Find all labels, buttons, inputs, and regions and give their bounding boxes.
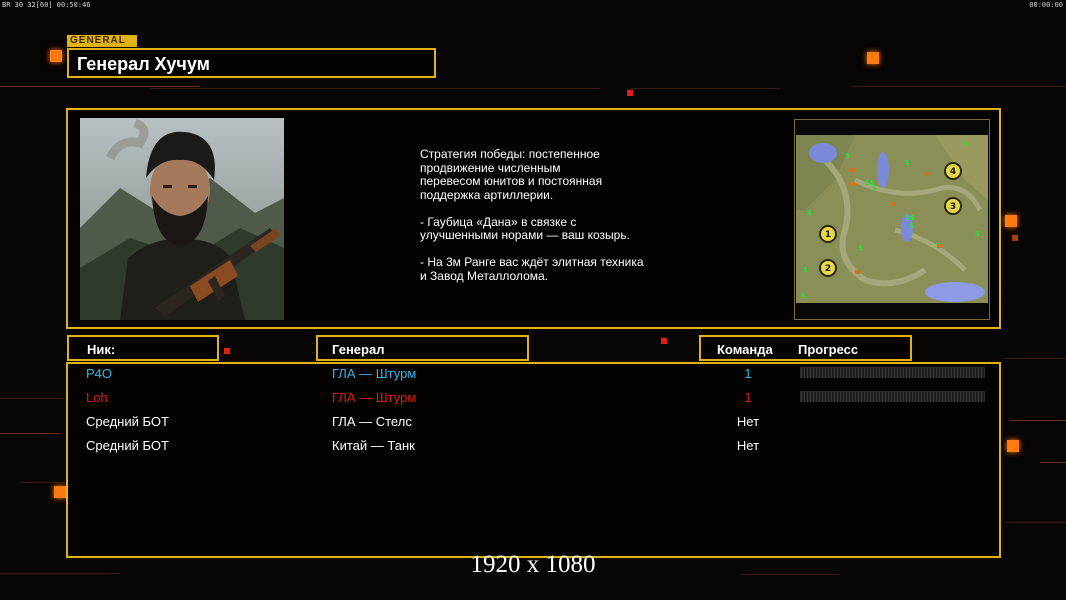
player-nick[interactable]: Средний БОТ [86, 438, 169, 453]
hud-fps-timer: ВR 30 32[60] 00:50:46 [2, 1, 91, 9]
header-team-progress-box: Команда Прогресс [699, 335, 912, 361]
minimap-start-4: 4 [950, 167, 956, 177]
progress-bar [800, 367, 985, 378]
player-general[interactable]: ГЛА — Штурм [332, 366, 416, 381]
svg-text:$: $ [803, 266, 808, 274]
header-progress: Прогресс [798, 342, 859, 357]
svg-text:$: $ [905, 159, 910, 167]
general-tag: GENERAL [67, 35, 137, 47]
svg-text:$$: $$ [905, 214, 915, 222]
svg-text:$: $ [807, 209, 812, 217]
player-nick[interactable]: P4O [86, 366, 112, 381]
player-team[interactable]: 1 [736, 366, 760, 381]
player-general[interactable]: ГЛА — Штурм [332, 390, 416, 405]
player-team[interactable]: 1 [736, 390, 760, 405]
player-general[interactable]: Китай — Танк [332, 438, 415, 453]
svg-text:$: $ [858, 244, 863, 252]
svg-text:$: $ [872, 184, 877, 192]
progress-bar [800, 391, 985, 402]
header-nick: Ник: [87, 342, 116, 357]
svg-text:$: $ [963, 140, 968, 148]
minimap-start-3: 3 [950, 202, 956, 212]
svg-text:$: $ [975, 230, 980, 238]
minimap-start-2: 2 [825, 264, 831, 274]
general-portrait [80, 118, 284, 320]
header-general: Генерал [332, 342, 385, 357]
player-nick[interactable]: Средний БОТ [86, 414, 169, 429]
player-general[interactable]: ГЛА — Стелс [332, 414, 412, 429]
player-team[interactable]: Нет [736, 414, 760, 429]
player-row[interactable]: Средний БОТ ГЛА — Стелс Нет [0, 411, 1066, 433]
player-row[interactable]: P4O ГЛА — Штурм 1 [0, 363, 1066, 385]
player-row[interactable]: Средний БОТ Китай — Танк Нет [0, 435, 1066, 457]
strategy-description: Стратегия победы: постепенное продвижени… [420, 147, 644, 283]
page-title: Генерал Хучум [77, 54, 210, 74]
minimap-start-1: 1 [825, 230, 831, 240]
player-nick[interactable]: Loh [86, 390, 108, 405]
hud-clock: 00:00:00 [1029, 1, 1063, 9]
header-general-box: Генерал [316, 335, 529, 361]
header-nick-box: Ник: [67, 335, 219, 361]
player-row[interactable]: Loh ГЛА — Штурм 1 [0, 387, 1066, 409]
resolution-label: 1920 x 1080 [470, 551, 596, 578]
svg-text:$: $ [845, 152, 850, 160]
svg-text:$: $ [801, 292, 806, 300]
minimap[interactable]: $$$ $$$ $$ $$ $$ $$ $ 1 2 3 4 [794, 119, 990, 320]
header-team: Команда [717, 342, 773, 357]
player-team[interactable]: Нет [736, 438, 760, 453]
title-box: Генерал Хучум [67, 48, 436, 78]
svg-text:$: $ [909, 222, 914, 230]
